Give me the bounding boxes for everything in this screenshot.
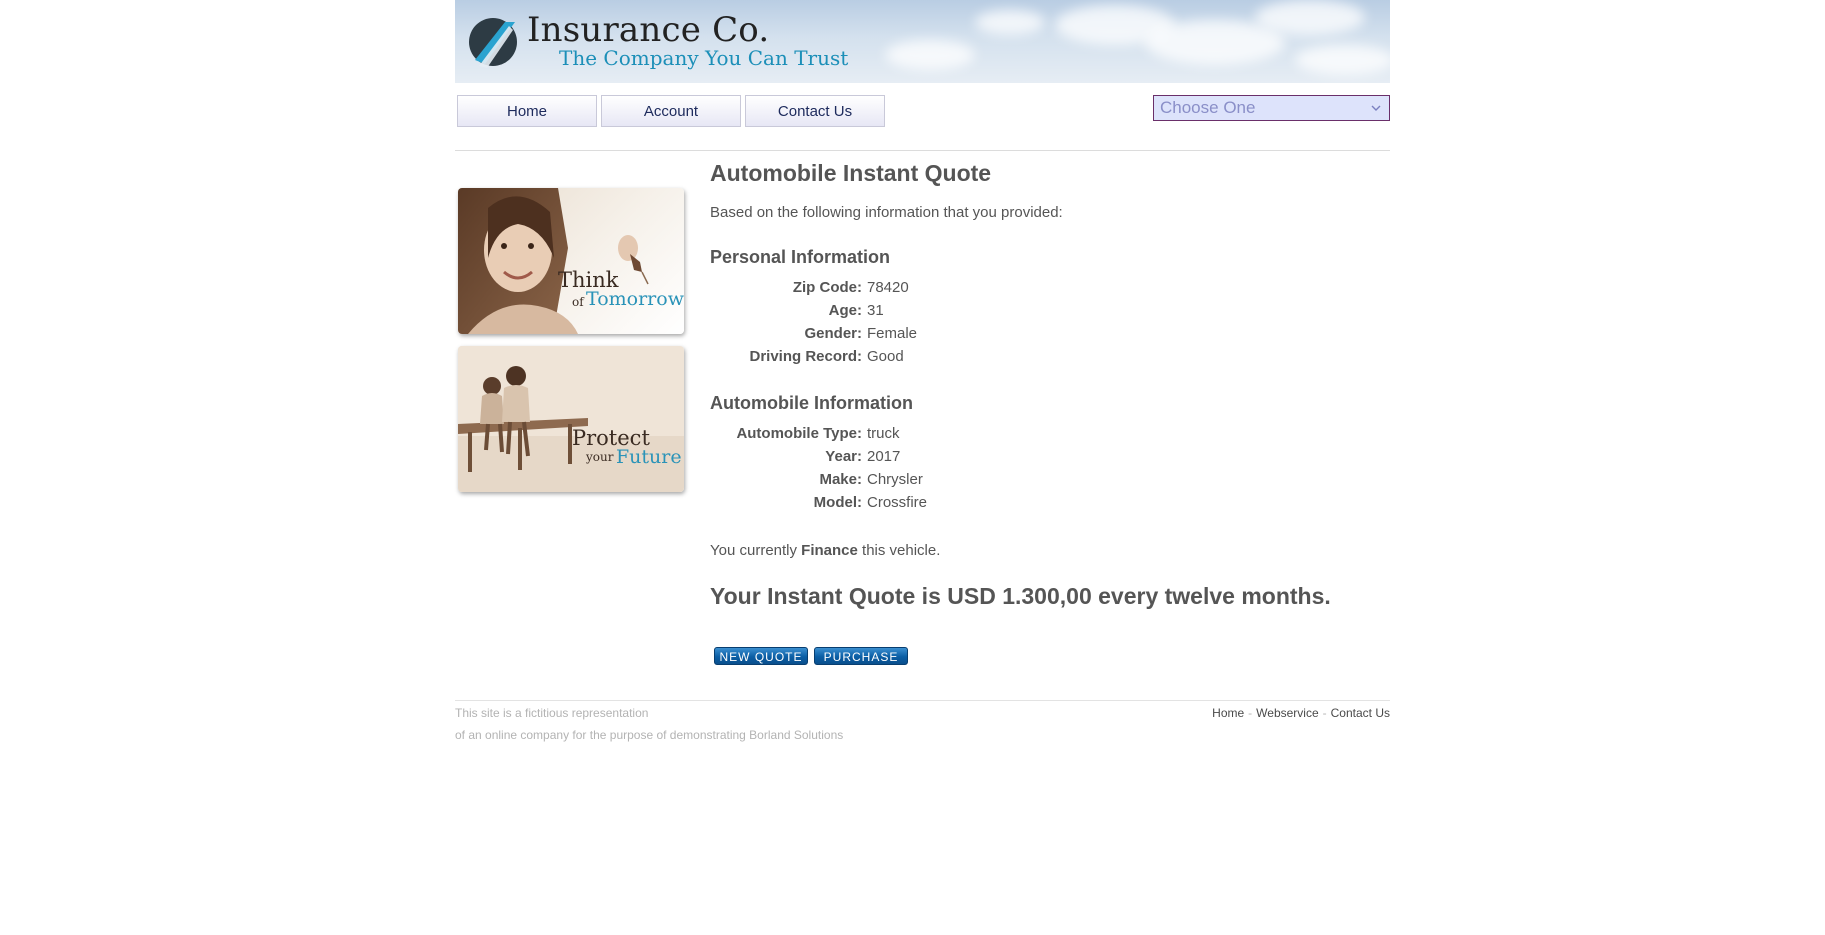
brand-tagline: The Company You Can Trust [559,46,849,70]
finance-status-text: You currently Finance this vehicle. [710,542,940,559]
footer-links: Home - Webservice - Contact Us [1212,706,1390,720]
info-label: Age: [828,302,862,319]
footer-link-contact-us[interactable]: Contact Us [1331,706,1390,720]
chevron-down-icon [1371,105,1381,111]
select-value: Choose One [1160,98,1256,117]
info-label: Automobile Type: [736,425,862,442]
page-title: Automobile Instant Quote [710,160,992,186]
nav-account-button[interactable]: Account [601,95,741,127]
new-quote-button[interactable]: NEW QUOTE [714,647,808,665]
finance-suffix: this vehicle. [862,542,941,559]
finance-status: Finance [801,542,858,559]
info-label: Driving Record: [749,348,862,365]
footer-link-home[interactable]: Home [1212,706,1244,720]
info-label: Year: [825,448,862,465]
personal-info-heading: Personal Information [710,247,891,267]
nav-contact-button[interactable]: Contact Us [745,95,885,127]
info-value: Chrysler [867,471,923,488]
nav-home-button[interactable]: Home [457,95,597,127]
info-value: 2017 [867,448,901,465]
info-label: Zip Code: [792,279,862,296]
purchase-button[interactable]: PURCHASE [814,647,908,665]
automobile-info-heading: Automobile Information [710,393,913,413]
footer-separator: - [1322,706,1327,720]
info-value: Crossfire [867,494,928,511]
header-banner: Insurance Co. The Company You Can Trust [455,0,1390,83]
info-label: Make: [819,471,862,488]
footer-separator: - [1248,706,1253,720]
footer-divider [455,700,1390,701]
brand-name: Insurance Co. [527,10,770,50]
divider [455,150,1390,151]
footer-link-webservice[interactable]: Webservice [1256,706,1318,720]
info-value: 31 [867,302,884,319]
info-value: truck [867,425,900,442]
choose-one-select[interactable]: Choose One [1153,95,1390,121]
info-label: Model: [813,494,862,511]
finance-prefix: You currently [710,542,797,559]
footer-note-line2: of an online company for the purpose of … [455,728,844,742]
instant-quote-result: Your Instant Quote is USD 1.300,00 every… [710,583,1331,609]
info-value: Female [867,325,918,342]
intro-text: Based on the following information that … [710,204,1063,221]
info-value: Good [867,348,904,365]
logo-icon [469,18,517,68]
footer-note-line1: This site is a fictitious representation [455,706,649,720]
info-value: 78420 [867,279,909,296]
info-label: Gender: [804,325,862,342]
